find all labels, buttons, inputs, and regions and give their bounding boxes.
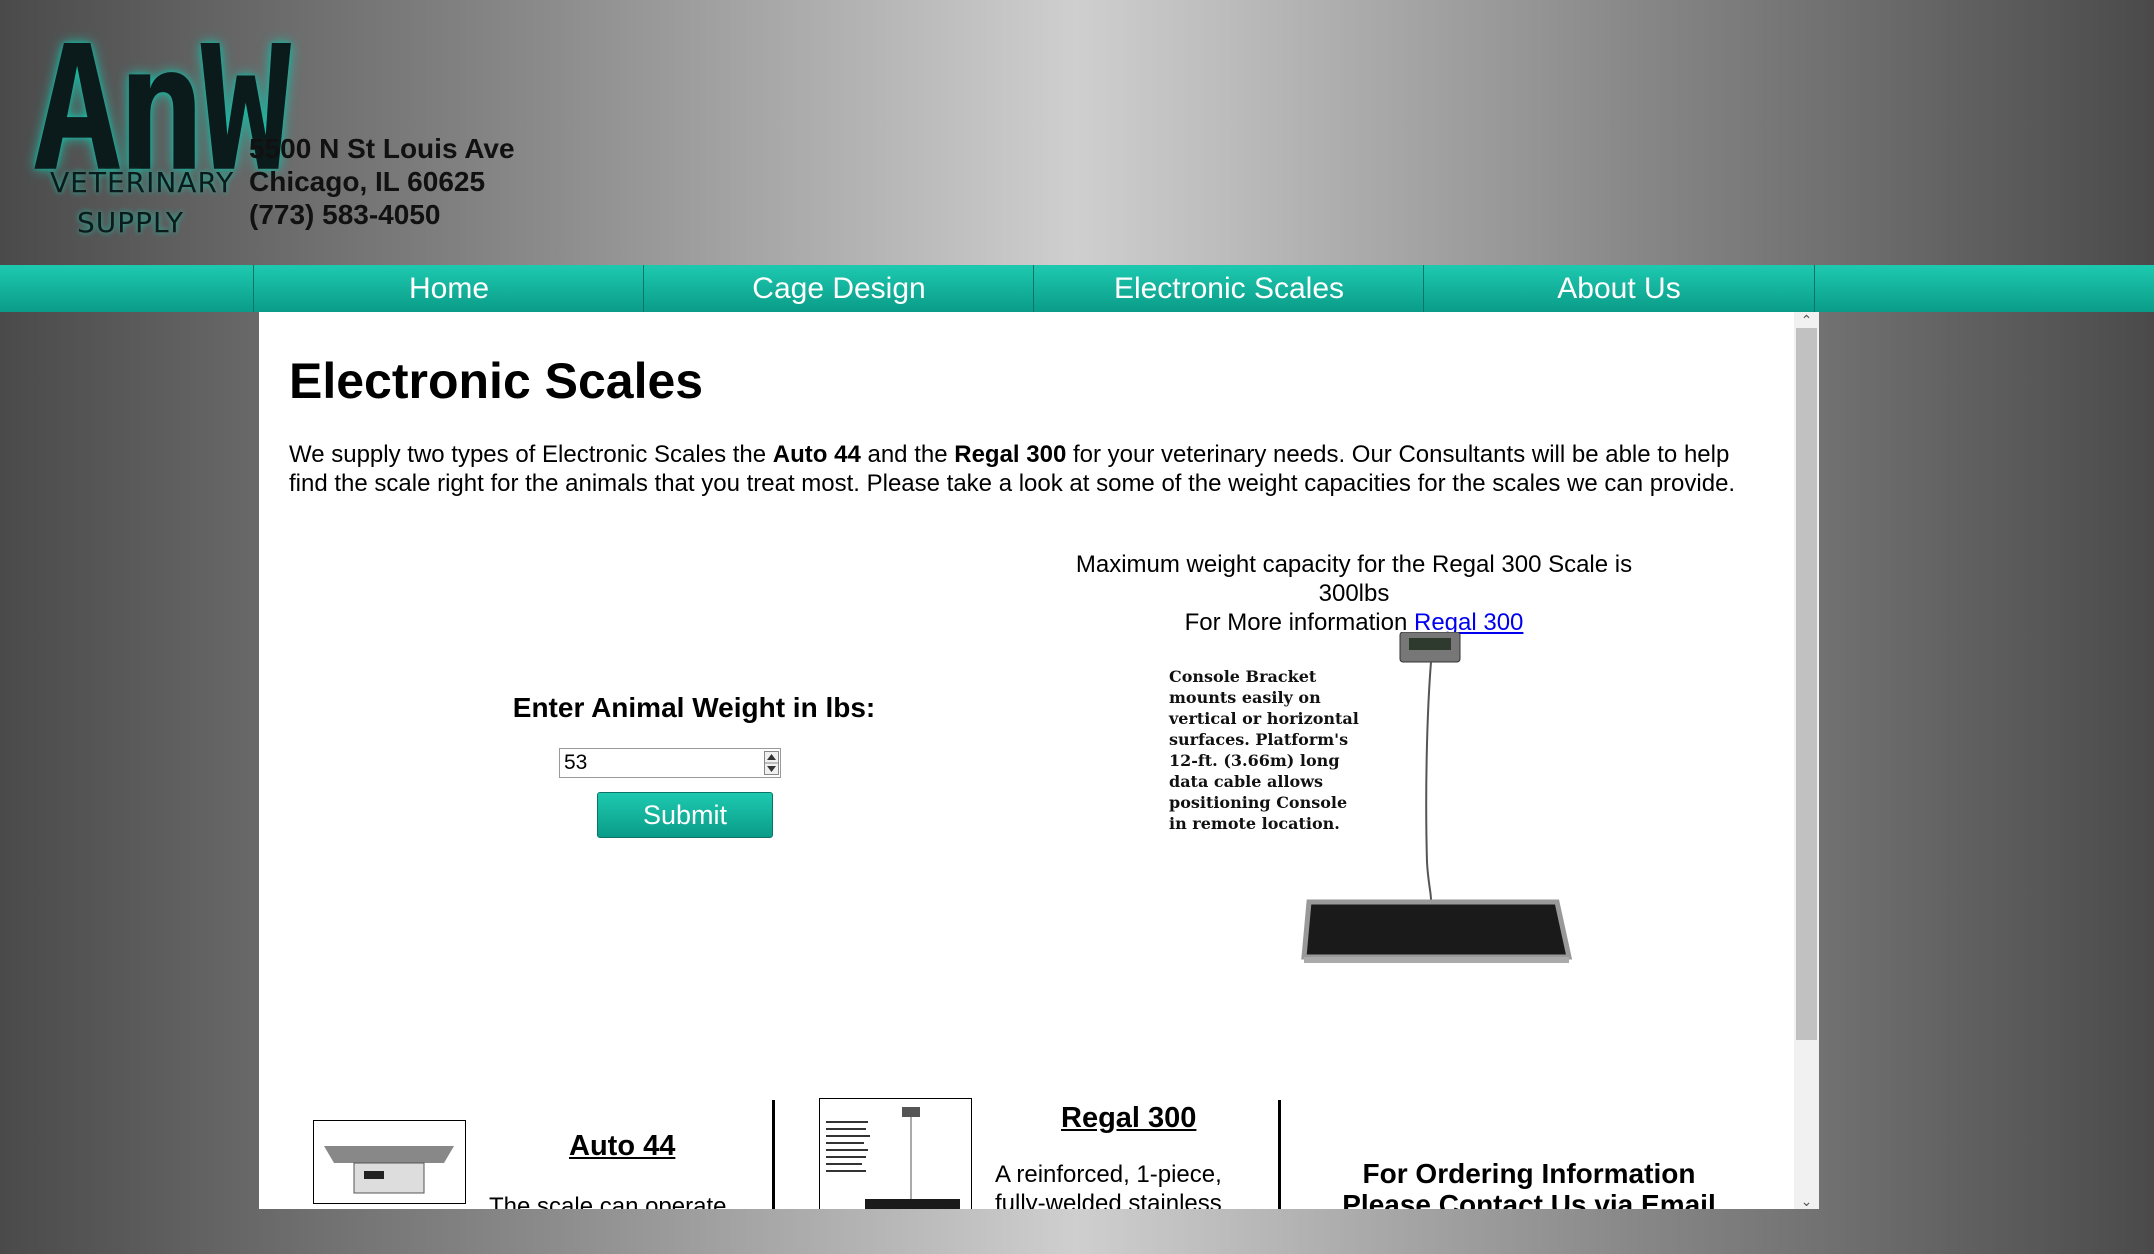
nav-about-us[interactable]: About Us	[1423, 265, 1815, 312]
ordering-line-1: For Ordering Information	[1362, 1158, 1696, 1189]
capacity-text: Maximum weight capacity for the Regal 30…	[1075, 551, 1633, 607]
weight-label: Enter Animal Weight in lbs:	[512, 692, 876, 723]
logo-veterinary: VETERINARY	[50, 166, 235, 199]
nav-cage-design[interactable]: Cage Design	[643, 265, 1034, 312]
product-divider	[772, 1100, 775, 1209]
logo-supply: SUPPLY	[77, 206, 185, 239]
address-street: 5500 N St Louis Ave	[249, 133, 515, 164]
product-row: Auto 44 The scale can operate Regal 300 …	[259, 1098, 1794, 1209]
address-city: Chicago, IL 60625	[249, 166, 486, 197]
regal300-scale-image: Console Bracket mounts easily on vertica…	[1169, 632, 1629, 982]
intro-text-1: We supply two types of Electronic Scales…	[289, 441, 773, 468]
intro-regal300: Regal 300	[954, 441, 1067, 468]
scale-illustration-icon	[1301, 632, 1573, 963]
spinner-icon[interactable]	[764, 751, 779, 775]
scrollbar-thumb[interactable]	[1796, 328, 1817, 1040]
address-block: 5500 N St Louis Ave Chicago, IL 60625 (7…	[249, 132, 515, 231]
main-nav: Home Cage Design Electronic Scales About…	[0, 265, 2154, 312]
page-title: Electronic Scales	[289, 353, 704, 409]
address-phone: (773) 583-4050	[249, 199, 441, 230]
content-scrollbar[interactable]: ⌃ ⌄	[1794, 312, 1819, 1209]
intro-auto44: Auto 44	[772, 441, 861, 468]
scroll-up-icon[interactable]: ⌃	[1794, 312, 1819, 328]
ordering-info: For Ordering Information Please Contact …	[1259, 1158, 1794, 1209]
scroll-down-icon[interactable]: ⌄	[1794, 1193, 1819, 1209]
intro-text-2: and the	[860, 441, 955, 468]
ordering-line-2[interactable]: Please Contact Us via Email	[1259, 1189, 1794, 1209]
capacity-result: Maximum weight capacity for the Regal 30…	[1054, 550, 1654, 637]
nav-home[interactable]: Home	[253, 265, 644, 312]
auto44-thumbnail[interactable]	[313, 1120, 466, 1204]
weight-input[interactable]	[559, 748, 781, 778]
anw-logo[interactable]: AnW VETERINARY SUPPLY	[22, 10, 291, 246]
regal300-desc: A reinforced, 1-piece, fully-welded stai…	[995, 1160, 1222, 1209]
regal300-desc-1: A reinforced, 1-piece,	[995, 1161, 1222, 1188]
site-header: AnW VETERINARY SUPPLY 5500 N St Louis Av…	[0, 0, 2154, 265]
main-content: Electronic Scales We supply two types of…	[259, 312, 1794, 1209]
intro-paragraph: We supply two types of Electronic Scales…	[289, 440, 1769, 498]
auto44-title[interactable]: Auto 44	[569, 1130, 675, 1163]
submit-button[interactable]: Submit	[597, 792, 773, 838]
regal300-scale-icon	[826, 1107, 960, 1209]
nav-electronic-scales[interactable]: Electronic Scales	[1033, 265, 1424, 312]
auto44-desc: The scale can operate	[489, 1193, 727, 1209]
regal300-desc-2: fully-welded stainless	[995, 1190, 1222, 1209]
page-footer-band	[0, 1209, 2154, 1254]
auto44-scale-icon	[324, 1146, 454, 1194]
regal300-title[interactable]: Regal 300	[1061, 1102, 1196, 1135]
weight-calculator: Enter Animal Weight in lbs: Submit	[474, 692, 914, 838]
regal300-thumbnail[interactable]	[819, 1098, 972, 1209]
